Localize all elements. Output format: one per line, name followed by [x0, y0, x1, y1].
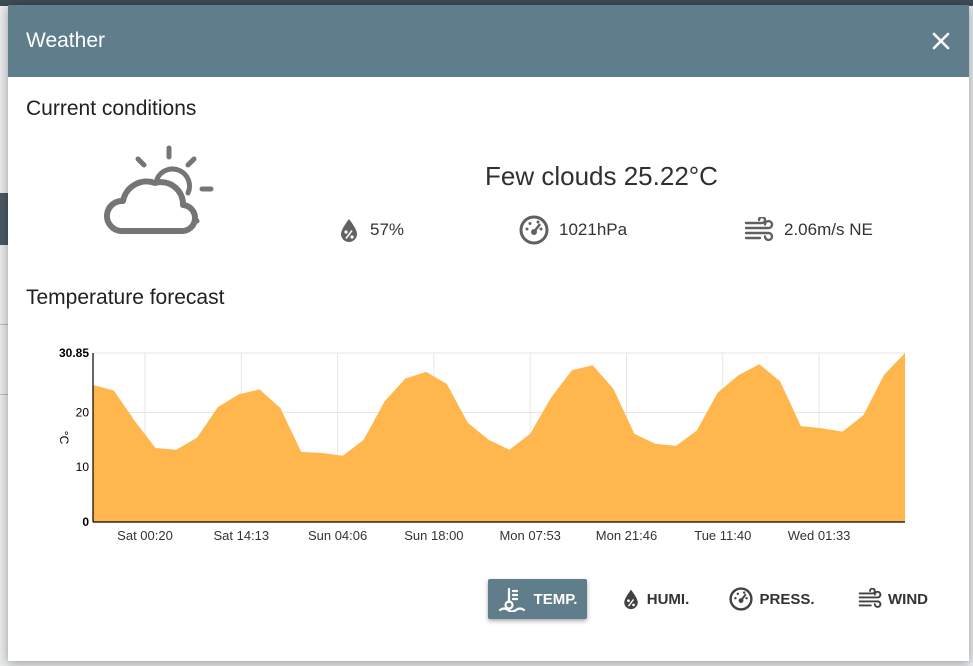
x-tick-label: Sat 14:13 [213, 528, 269, 543]
humidity-stat: 57% [338, 215, 404, 245]
partly-cloudy-icon [103, 145, 214, 235]
y-tick-label: 20 [76, 405, 90, 419]
tab-wind-label: WIND [888, 590, 928, 608]
pressure-value: 1021hPa [559, 220, 628, 239]
y-tick-label: 0 [82, 515, 89, 529]
tab-temperature[interactable]: TEMP. [488, 579, 587, 619]
wind-icon [858, 588, 882, 608]
current-description: Few clouds 25.22°C [485, 161, 718, 191]
tab-humidity-label: HUMI. [646, 590, 690, 608]
tab-temperature-label: TEMP. [533, 590, 578, 608]
humidity-drop-icon [341, 219, 357, 242]
background-divider [0, 324, 8, 325]
background-panel [0, 193, 8, 245]
wind-stat: 2.06m/s NE [744, 215, 873, 245]
y-tick-label: 10 [76, 460, 90, 474]
temperature-chart: 30.85 20 10 0 Sat 00:20 Sat 14:13 Sun 04:06 Sun… [38, 335, 918, 545]
wind-value: 2.06m/s NE [784, 220, 873, 239]
x-tick-label: Sun 18:00 [404, 528, 463, 543]
weather-dialog: Weather Current conditions Few clouds 25… [8, 5, 969, 661]
tab-pressure-label: PRESS. [759, 590, 815, 608]
x-tick-label: Mon 07:53 [499, 528, 560, 543]
pressure-stat: 1021hPa [519, 215, 627, 245]
dialog-title: Weather [26, 29, 105, 52]
temperature-forecast-title: Temperature forecast [26, 286, 225, 309]
temperature-area [93, 353, 905, 522]
dialog-header: Weather [8, 5, 969, 77]
x-tick-label: Sun 04:06 [308, 528, 367, 543]
x-tick-label: Wed 01:33 [788, 528, 851, 543]
humidity-drop-icon [623, 589, 638, 610]
tab-wind[interactable]: WIND [848, 579, 938, 619]
close-icon [932, 32, 950, 50]
thermometer-icon [498, 587, 525, 612]
background-divider [0, 394, 8, 395]
gauge-icon [519, 215, 549, 245]
chart-tab-bar: TEMP. HUMI. PRESS. WIND [8, 579, 969, 621]
x-tick-label: Sat 00:20 [117, 528, 173, 543]
y-axis-label: °C [57, 431, 71, 445]
current-conditions-title: Current conditions [26, 97, 197, 120]
tab-pressure[interactable]: PRESS. [726, 579, 818, 619]
gauge-icon [729, 587, 754, 611]
x-tick-label: Tue 11:40 [694, 528, 751, 543]
x-tick-label: Mon 21:46 [596, 528, 657, 543]
close-button[interactable] [927, 27, 955, 55]
tab-humidity[interactable]: HUMI. [610, 579, 700, 619]
temperature-chart-svg: 30.85 20 10 0 Sat 00:20 Sat 14:13 Sun 04:06 Sun… [57, 346, 906, 543]
wind-icon [744, 217, 774, 242]
y-tick-label: 30.85 [59, 346, 89, 360]
humidity-value: 57% [370, 220, 405, 239]
